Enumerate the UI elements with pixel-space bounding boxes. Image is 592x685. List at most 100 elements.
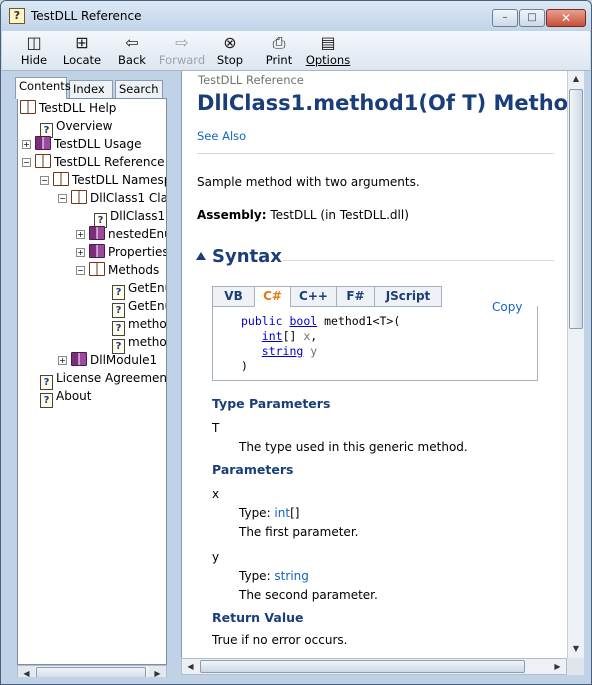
topic-content: TestDLL Reference DllClass1.method1(Of T…: [181, 71, 567, 658]
collapse-section-icon: [196, 252, 206, 260]
contents-tree: TestDLL Help ? Overview + TestDLL Usage − T…: [17, 98, 167, 665]
expand-icon[interactable]: +: [22, 140, 31, 149]
tree-item-properties[interactable]: + Properties: [76, 243, 166, 261]
tab-fsharp[interactable]: F#: [336, 286, 375, 307]
help-window: ? TestDLL Reference – □ ✕ ◫ Hide ⊞ Locat…: [0, 0, 592, 685]
tree-item-method1[interactable]: ?method1: [112, 315, 166, 336]
collapse-icon[interactable]: −: [40, 176, 49, 185]
string-type-link[interactable]: string: [274, 569, 308, 583]
tree-item-testdll-usage[interactable]: + TestDLL Usage: [22, 135, 141, 153]
scroll-down-icon[interactable]: ▼: [568, 641, 584, 657]
int-type-link[interactable]: int: [262, 329, 283, 343]
tab-cpp[interactable]: C++: [290, 286, 337, 307]
string-type-link[interactable]: string: [262, 344, 304, 358]
code-line-4: ): [241, 359, 248, 373]
maximize-button[interactable]: □: [519, 9, 545, 27]
stop-button[interactable]: ⊗ Stop: [206, 33, 254, 69]
closed-book-icon: [71, 352, 87, 366]
help-app-icon: ?: [9, 8, 25, 24]
tab-jscript[interactable]: JScript: [374, 286, 442, 307]
expand-icon[interactable]: +: [76, 230, 85, 239]
closed-book-icon: [35, 136, 51, 150]
bool-type-link[interactable]: bool: [289, 314, 317, 328]
header-divider: [197, 153, 554, 154]
tab-csharp[interactable]: C#: [254, 286, 291, 307]
options-button[interactable]: ▤ Options: [304, 33, 352, 69]
tab-contents[interactable]: Contents: [15, 77, 71, 99]
tree-item-overview[interactable]: ? Overview: [40, 117, 113, 138]
hide-pane-icon: ◫: [26, 33, 42, 52]
open-book-icon: [20, 100, 36, 114]
open-book-icon: [89, 262, 105, 276]
expand-icon[interactable]: +: [58, 356, 67, 365]
content-horizontal-scrollbar[interactable]: ◀ ▶: [181, 658, 567, 675]
syntax-heading[interactable]: Syntax: [196, 246, 282, 267]
tab-search[interactable]: Search: [115, 80, 163, 98]
options-icon: ▤: [320, 33, 336, 52]
window-bottom-border: [2, 677, 590, 684]
tree-item-testdll-reference[interactable]: − TestDLL Reference: [22, 153, 164, 171]
summary-text: Sample method with two arguments.: [197, 175, 420, 189]
tree-item-getenumerator2[interactable]: ?GetEnumerator2: [112, 297, 166, 318]
param-y-type: Type: string: [239, 569, 309, 583]
locate-icon: ⊞: [75, 33, 89, 52]
back-button[interactable]: ⇦ Back: [108, 33, 156, 69]
forward-button[interactable]: ⇨ Forward: [156, 33, 208, 69]
collapse-icon[interactable]: −: [22, 158, 31, 167]
open-book-icon: [53, 172, 69, 186]
return-value-heading: Return Value: [212, 610, 304, 625]
content-vertical-scrollbar[interactable]: ▲ ▼: [567, 71, 584, 658]
breadcrumb[interactable]: TestDLL Reference: [198, 73, 304, 87]
see-also-link[interactable]: See Also: [197, 129, 246, 143]
tree-item-about[interactable]: ? About: [40, 387, 91, 408]
scroll-thumb[interactable]: [569, 89, 583, 329]
tree-item-dllclass1-class[interactable]: −DllClass1 Class: [58, 189, 166, 207]
type-parameters-heading: Type Parameters: [212, 396, 331, 411]
navigation-pane: Contents Index Search TestDLL Help ? Over…: [9, 77, 171, 682]
scroll-thumb[interactable]: [200, 660, 525, 673]
param-x-name: x: [212, 487, 220, 501]
expand-icon[interactable]: +: [76, 248, 85, 257]
tab-vb[interactable]: VB: [212, 286, 255, 307]
code-line-1: public bool method1<T>(: [241, 314, 401, 328]
tree-item-nestedenum[interactable]: +nestedEnum: [76, 225, 166, 243]
int-type-link[interactable]: int: [274, 506, 290, 520]
navigation-tabs: Contents Index Search: [11, 77, 171, 99]
open-book-icon: [71, 190, 87, 204]
print-button[interactable]: ⎙ Print: [255, 33, 303, 69]
closed-book-icon: [89, 244, 105, 258]
tab-index[interactable]: Index: [69, 80, 113, 98]
locate-button[interactable]: ⊞ Locate: [58, 33, 106, 69]
collapse-icon[interactable]: −: [76, 266, 85, 275]
tree-item-testdll-help[interactable]: TestDLL Help: [20, 99, 116, 117]
scrollbar-corner: [567, 658, 584, 675]
copy-link[interactable]: Copy: [490, 300, 525, 314]
hide-button[interactable]: ◫ Hide: [10, 33, 58, 69]
tree-item-methods[interactable]: − Methods: [76, 261, 159, 279]
minimize-button[interactable]: –: [492, 9, 518, 27]
tree-item-dllmodule1[interactable]: + DllModule1: [58, 351, 157, 369]
back-arrow-icon: ⇦: [125, 33, 139, 52]
scroll-right-icon[interactable]: ▶: [549, 659, 566, 674]
tree-item-method1-of-t[interactable]: ?method1(Of T): [112, 333, 166, 354]
window-title: TestDLL Reference: [31, 9, 142, 23]
scroll-up-icon[interactable]: ▲: [568, 71, 584, 87]
return-value-description: True if no error occurs.: [212, 633, 348, 647]
title-bar: ? TestDLL Reference – □ ✕: [1, 1, 591, 31]
toolbar: ◫ Hide ⊞ Locate ⇦ Back ⇨ Forward ⊗ Stop …: [2, 31, 590, 71]
close-button[interactable]: ✕: [546, 9, 586, 27]
assembly-info: Assembly: TestDLL (in TestDLL.dll): [197, 208, 409, 222]
type-param-name: T: [212, 421, 220, 435]
tree-item-getenumerator[interactable]: ?GetEnumerator: [112, 279, 166, 300]
tree-item-dllclass1-members[interactable]: ?DllClass1 Members: [94, 207, 166, 228]
page-title: DllClass1.method1(Of T) Method: [197, 91, 567, 115]
scroll-left-icon[interactable]: ◀: [182, 659, 199, 674]
tree-item-testdll-namespace[interactable]: −TestDLL Namespace: [40, 171, 166, 189]
tree-item-license-agreement[interactable]: ? License Agreement: [40, 369, 166, 390]
param-y-name: y: [212, 550, 220, 564]
collapse-icon[interactable]: −: [58, 194, 67, 203]
code-line-2: int[] x,: [261, 329, 318, 343]
forward-arrow-icon: ⇨: [175, 33, 189, 52]
type-param-description: The type used in this generic method.: [239, 440, 468, 454]
param-y-description: The second parameter.: [239, 588, 378, 602]
